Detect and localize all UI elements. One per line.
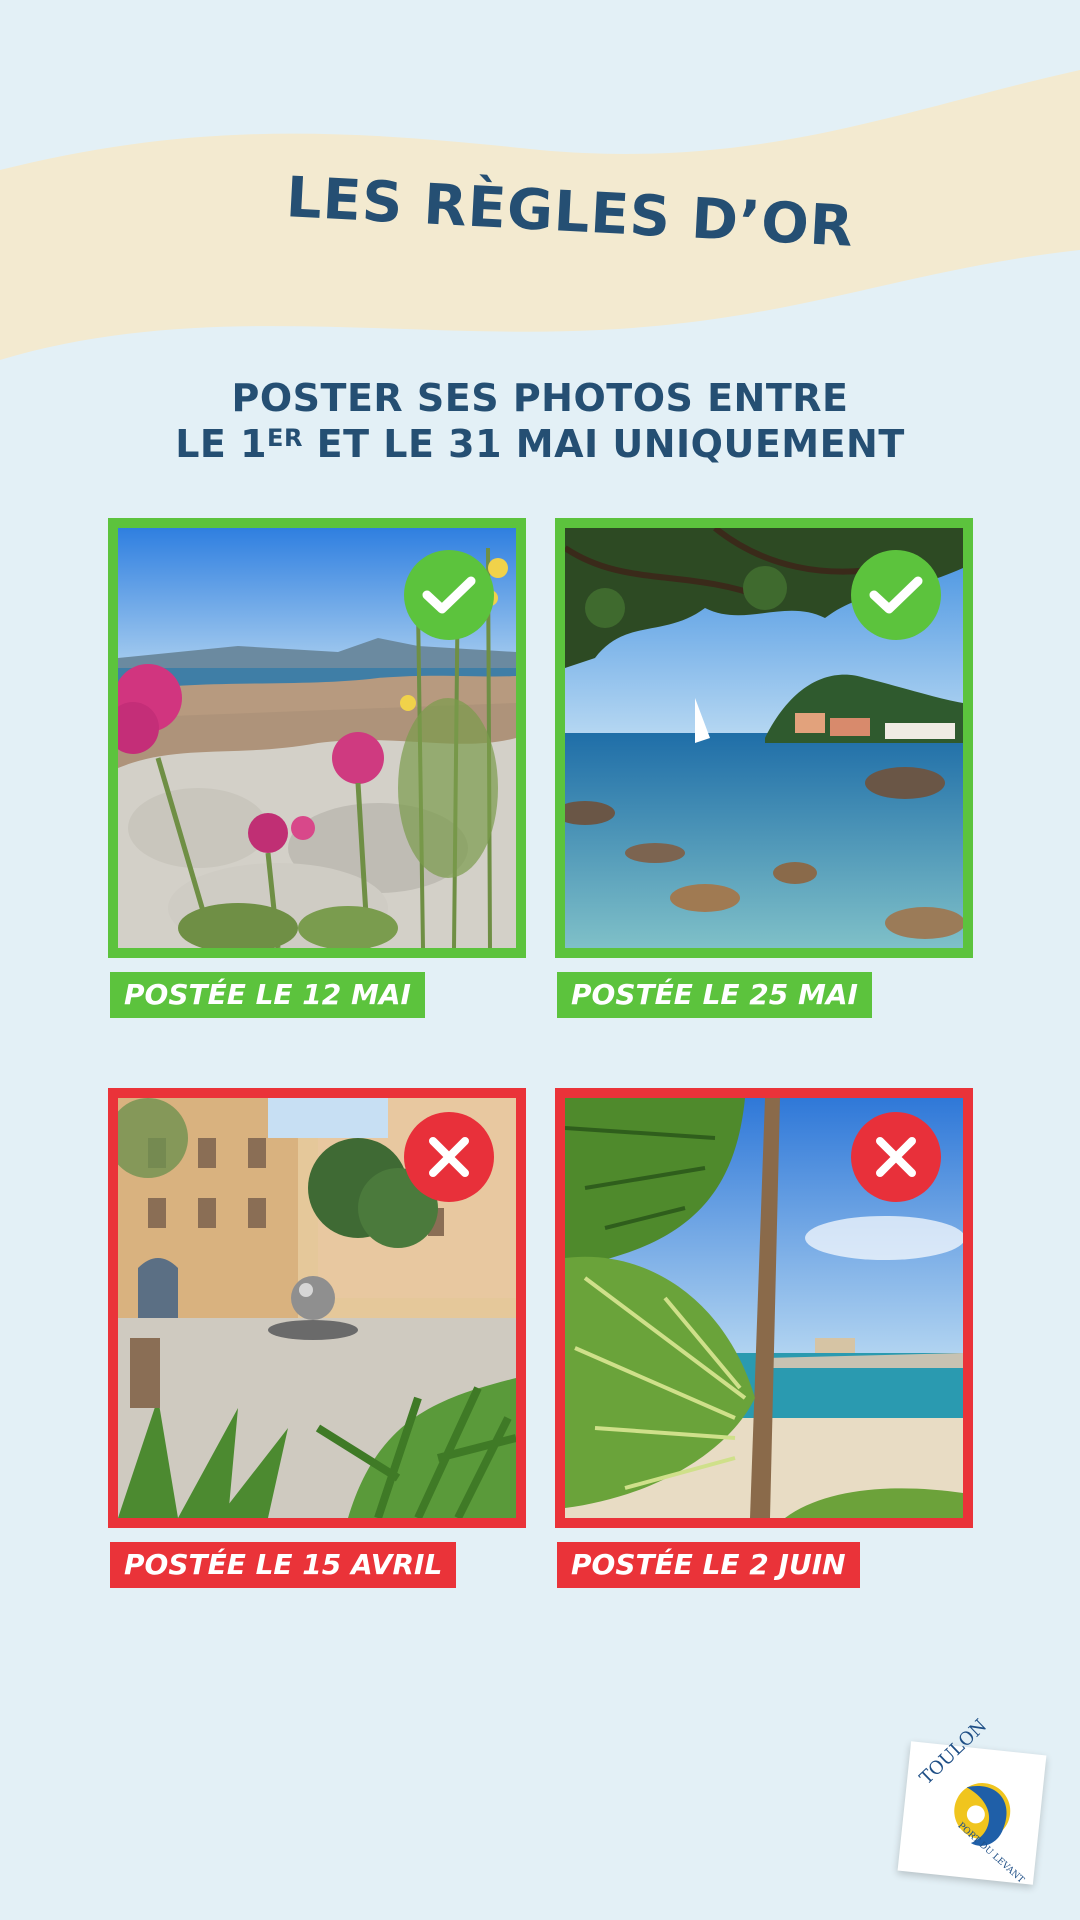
toulon-logo: TOULON PORT DU LEVANT	[897, 1715, 1047, 1885]
photo-card-invalid-1	[108, 1088, 526, 1528]
subtitle-line-2: LE 1ER ET LE 31 MAI UNIQUEMENT	[0, 421, 1080, 467]
cross-badge	[404, 1112, 494, 1202]
cross-icon	[429, 1137, 469, 1177]
subtitle-line-2-start: LE 1	[175, 422, 268, 466]
card-label-1: POSTÉE LE 12 MAI	[110, 972, 425, 1018]
cross-badge	[851, 1112, 941, 1202]
check-badge	[404, 550, 494, 640]
check-badge	[851, 550, 941, 640]
card-label-3: POSTÉE LE 15 AVRIL	[110, 1542, 457, 1588]
photo-card-valid-2	[555, 518, 973, 958]
subtitle: POSTER SES PHOTOS ENTRE LE 1ER ET LE 31 …	[0, 375, 1080, 467]
photo-card-valid-1	[108, 518, 526, 958]
check-icon	[422, 576, 476, 614]
check-icon	[869, 576, 923, 614]
card-label-4: POSTÉE LE 2 JUIN	[557, 1542, 860, 1588]
toulon-emblem-icon	[954, 1783, 1011, 1846]
subtitle-superscript: ER	[267, 424, 303, 452]
cross-icon	[876, 1137, 916, 1177]
subtitle-line-1: POSTER SES PHOTOS ENTRE	[231, 376, 849, 420]
photo-card-invalid-2	[555, 1088, 973, 1528]
card-label-2: POSTÉE LE 25 MAI	[557, 972, 872, 1018]
subtitle-line-2-end: ET LE 31 MAI UNIQUEMENT	[302, 422, 905, 466]
